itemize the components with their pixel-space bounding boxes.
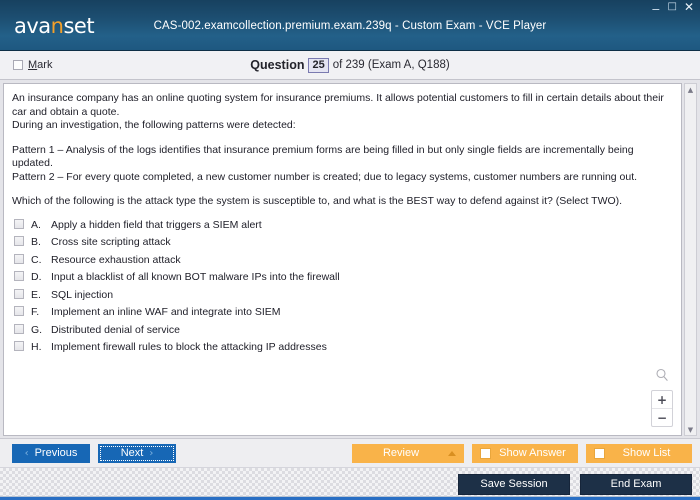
option-text: Implement firewall rules to block the at… (51, 341, 327, 353)
option-text: Resource exhaustion attack (51, 253, 181, 266)
answer-option[interactable]: G. Distributed denial of service (14, 323, 681, 336)
window-title: CAS-002.examcollection.premium.exam.239q… (153, 20, 547, 32)
minimize-icon[interactable]: − (651, 4, 660, 15)
zoom-in-button[interactable]: + (652, 391, 672, 409)
option-checkbox[interactable] (14, 341, 24, 351)
question-header: Mark Question 25 of 239 (Exam A, Q188) (0, 51, 700, 80)
title-bar: avanset CAS-002.examcollection.premium.e… (0, 0, 700, 51)
zoom-button-group: + − (651, 390, 673, 427)
option-text: Input a blacklist of all known BOT malwa… (51, 271, 340, 283)
option-letter: B. (31, 236, 41, 248)
option-letter: E. (31, 288, 41, 301)
question-counter: Question 25 of 239 (Exam A, Q188) (0, 57, 700, 73)
text-spacer (12, 133, 671, 144)
option-checkbox[interactable] (14, 306, 24, 316)
show-list-label: Show List (622, 447, 671, 459)
status-bar: Save Session End Exam (0, 467, 700, 500)
content-area: An insurance company has an online quoti… (0, 80, 700, 438)
previous-button-label: Previous (34, 447, 78, 459)
option-text: Cross site scripting attack (51, 236, 171, 248)
logo-text-part-1: ava (14, 14, 51, 38)
question-total-label: of 239 (Exam A, Q188) (332, 59, 450, 71)
triangle-up-icon (448, 450, 456, 456)
question-panel: An insurance company has an online quoti… (3, 83, 682, 436)
answer-option[interactable]: C. Resource exhaustion attack (14, 253, 681, 266)
answer-option[interactable]: A. Apply a hidden field that triggers a … (14, 218, 681, 231)
review-button-label: Review (382, 447, 420, 459)
show-list-checkbox[interactable] (594, 447, 605, 459)
option-checkbox[interactable] (14, 253, 24, 264)
nav-left-group: ‹ Previous Next › (12, 443, 176, 463)
status-button-group: Save Session End Exam (458, 473, 692, 495)
option-letter: D. (31, 271, 42, 283)
chevron-left-icon: ‹ (24, 447, 29, 459)
question-prompt: Which of the following is the attack typ… (12, 195, 623, 207)
window-controls: − □ ✕ (651, 1, 694, 15)
option-text: Implement an inline WAF and integrate in… (51, 306, 281, 318)
option-letter: A. (31, 218, 41, 231)
nav-right-group: Review Show Answer Show List (352, 443, 692, 463)
previous-button[interactable]: ‹ Previous (12, 443, 90, 463)
option-text: SQL injection (51, 288, 114, 301)
logo-accent-letter: n (50, 14, 64, 38)
question-paragraph-1: An insurance company has an online quoti… (12, 92, 664, 118)
option-letter: F. (31, 306, 40, 318)
close-icon[interactable]: ✕ (684, 1, 694, 13)
zoom-out-button[interactable]: − (652, 409, 672, 426)
chevron-right-icon: › (149, 447, 154, 459)
question-word: Question (250, 58, 305, 72)
answer-option[interactable]: D. Input a blacklist of all known BOT ma… (14, 271, 681, 283)
zoom-controls: + − (651, 368, 673, 427)
magnifier-icon (655, 368, 669, 387)
next-button[interactable]: Next › (98, 443, 176, 463)
maximize-icon[interactable]: □ (667, 2, 676, 12)
review-button[interactable]: Review (352, 443, 464, 463)
answer-option[interactable]: H. Implement firewall rules to block the… (14, 341, 681, 353)
show-answer-button[interactable]: Show Answer (472, 443, 578, 463)
next-button-label: Next (120, 447, 144, 459)
option-letter: G. (31, 323, 43, 336)
vertical-scrollbar[interactable]: ▲ ▼ (684, 83, 697, 436)
option-checkbox[interactable] (14, 236, 24, 246)
question-pattern-1: Pattern 1 – Analysis of the logs identif… (12, 143, 634, 170)
option-text: Distributed denial of service (51, 323, 180, 336)
scroll-down-icon[interactable]: ▼ (685, 424, 696, 435)
vce-player-window: avanset CAS-002.examcollection.premium.e… (0, 0, 700, 500)
text-spacer (12, 184, 671, 195)
scroll-up-icon[interactable]: ▲ (685, 84, 696, 95)
show-list-button[interactable]: Show List (586, 443, 692, 463)
navigation-bar: ‹ Previous Next › Review Show Answer Sho… (0, 438, 700, 467)
option-checkbox[interactable] (14, 323, 24, 334)
show-answer-label: Show Answer (499, 447, 566, 459)
question-text: An insurance company has an online quoti… (4, 84, 681, 209)
answer-option[interactable]: F. Implement an inline WAF and integrate… (14, 306, 681, 318)
question-paragraph-2: During an investigation, the following p… (12, 119, 296, 131)
question-pattern-2: Pattern 2 – For every quote completed, a… (12, 170, 638, 183)
option-checkbox[interactable] (14, 288, 24, 299)
option-checkbox[interactable] (14, 218, 24, 229)
end-exam-button[interactable]: End Exam (580, 473, 692, 495)
show-answer-checkbox[interactable] (480, 447, 491, 459)
question-number-box[interactable]: 25 (308, 57, 329, 73)
option-text: Apply a hidden field that triggers a SIE… (51, 218, 262, 231)
avanset-logo: avanset (14, 14, 95, 38)
option-checkbox[interactable] (14, 271, 24, 281)
answer-option[interactable]: E. SQL injection (14, 288, 681, 301)
option-letter: C. (31, 253, 42, 266)
save-session-button[interactable]: Save Session (458, 473, 570, 495)
option-letter: H. (31, 341, 42, 353)
logo-text-part-2: set (63, 14, 95, 38)
answer-option[interactable]: B. Cross site scripting attack (14, 236, 681, 248)
answer-options-list: A. Apply a hidden field that triggers a … (4, 218, 681, 353)
